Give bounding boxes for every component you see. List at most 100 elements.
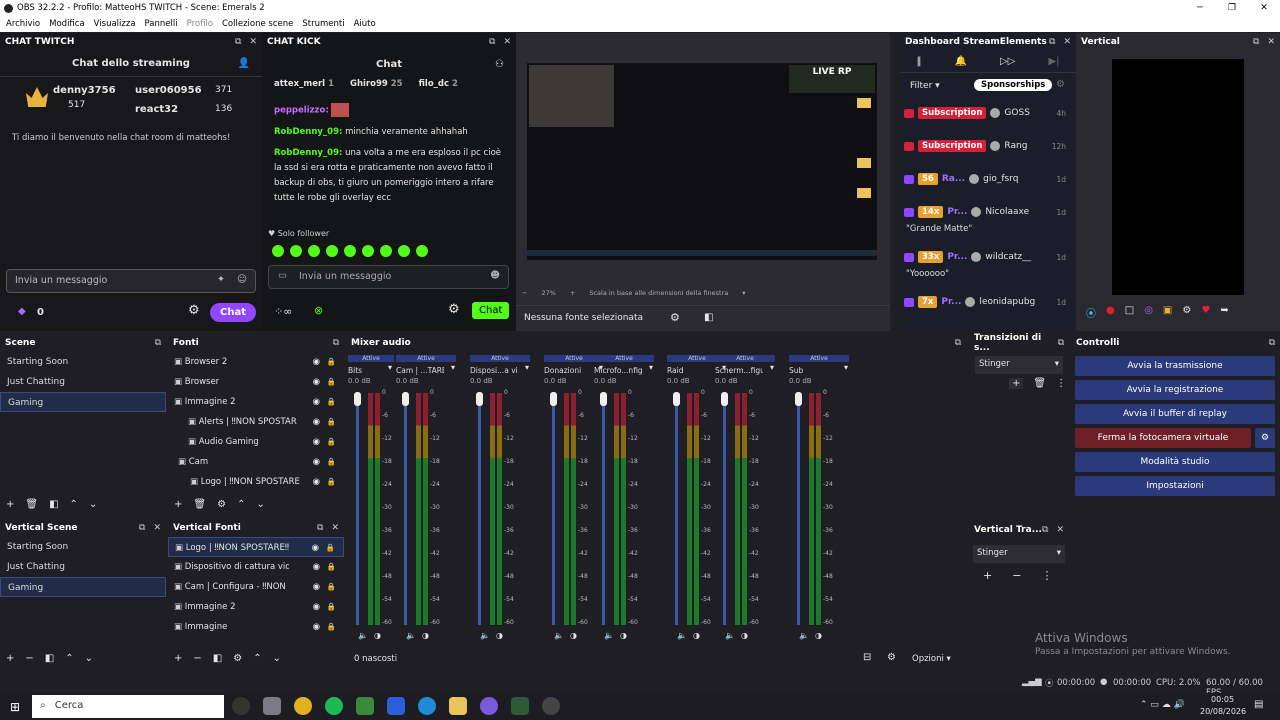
event-row[interactable]: 56 Ra... gio_fsrq 1d: [900, 167, 1076, 200]
speaker-icon[interactable]: 🔈: [725, 631, 735, 640]
volume-fader-knob[interactable]: [721, 392, 728, 406]
event-user[interactable]: Rang: [1004, 141, 1027, 151]
visibility-eye-icon[interactable]: ◉: [313, 432, 320, 452]
up-icon[interactable]: ⌃: [237, 499, 245, 510]
volume-fader-knob[interactable]: [402, 392, 409, 406]
visibility-eye-icon[interactable]: ◉: [313, 352, 320, 372]
float-icon[interactable]: ⧉: [1253, 37, 1259, 47]
speaker-icon[interactable]: 🔈: [604, 631, 614, 640]
skip-icon[interactable]: ▷▷: [1000, 56, 1015, 67]
float-icon[interactable]: ⧉: [1269, 338, 1275, 348]
obs-app-icon[interactable]: [232, 697, 250, 715]
magic-icon[interactable]: ✦: [217, 274, 225, 285]
channel-menu-icon[interactable]: ▾: [451, 363, 455, 372]
volume-fader-track[interactable]: [404, 395, 407, 625]
stop-virtual-camera-button[interactable]: Ferma la fotocamera virtuale: [1075, 428, 1251, 448]
emote-icon[interactable]: ☻: [490, 270, 500, 281]
lock-icon[interactable]: 🔒: [327, 372, 336, 392]
add-icon[interactable]: +: [174, 499, 182, 510]
menu-strumenti[interactable]: Strumenti: [302, 19, 344, 29]
channel-menu-icon[interactable]: ▾: [770, 363, 774, 372]
start-recording-button[interactable]: Avvia la registrazione: [1075, 380, 1275, 400]
discord-app-icon[interactable]: [263, 697, 281, 715]
studio-mode-button[interactable]: Modalità studio: [1075, 452, 1275, 472]
filter-icon[interactable]: ◧: [213, 653, 222, 664]
virtual-camera-settings-icon[interactable]: ⚙: [1255, 428, 1275, 448]
source-item[interactable]: ▣ Audio Gaming ◉ 🔒: [168, 432, 344, 452]
float-icon[interactable]: ⧉: [235, 37, 241, 47]
event-user[interactable]: wildcatz__: [985, 252, 1031, 262]
source-item[interactable]: ▣ Cam | Configura - ‼NON S ◉ 🔒: [168, 577, 344, 597]
gear-icon[interactable]: ⚙: [670, 311, 680, 324]
speaker-icon[interactable]: 🔈: [799, 631, 809, 640]
up-icon[interactable]: ⌃: [253, 653, 261, 664]
bell-icon[interactable]: 🔔: [955, 56, 967, 67]
windows-start-icon[interactable]: ⊞: [10, 700, 20, 714]
emote-icon[interactable]: [416, 245, 428, 257]
top-chatter-1[interactable]: attex_merl: [274, 79, 325, 89]
gear-icon[interactable]: ⚙: [233, 653, 242, 664]
messenger-app-icon[interactable]: [480, 697, 498, 715]
monitor-icon[interactable]: ◑: [815, 631, 822, 640]
emote-icon[interactable]: ☺: [237, 274, 247, 285]
volume-fader-knob[interactable]: [476, 392, 483, 406]
float-icon[interactable]: ⧉: [317, 523, 323, 533]
speaker-icon[interactable]: 🔈: [406, 631, 416, 640]
menu-profilo[interactable]: Profilo: [187, 19, 213, 29]
up-icon[interactable]: ⌃: [70, 499, 78, 510]
down-icon[interactable]: ⌄: [85, 653, 93, 664]
xbox-app-icon[interactable]: [511, 697, 529, 715]
menu-collezione[interactable]: Collezione scene: [222, 19, 293, 29]
scene-item[interactable]: Gaming: [0, 577, 166, 597]
visibility-eye-icon[interactable]: ◉: [313, 412, 320, 432]
speaker-icon[interactable]: 🔈: [358, 631, 368, 640]
source-item[interactable]: ▣ Dispositivo di cattura vide ◉ 🔒: [168, 557, 344, 577]
monitor-icon[interactable]: ◑: [693, 631, 700, 640]
remove-icon[interactable]: −: [25, 653, 33, 664]
volume-fader-track[interactable]: [797, 395, 800, 625]
visibility-eye-icon[interactable]: ◉: [312, 538, 319, 558]
add-icon[interactable]: +: [174, 653, 182, 664]
users-icon[interactable]: 👤: [238, 51, 250, 77]
gear-icon[interactable]: ⚙: [1182, 305, 1191, 320]
scene-item[interactable]: Starting Soon: [0, 352, 166, 372]
event-user[interactable]: leonidapubg: [979, 297, 1035, 307]
channel-menu-icon[interactable]: ▾: [844, 363, 848, 372]
points-icon[interactable]: ◆: [18, 306, 26, 317]
down-icon[interactable]: ⌄: [273, 653, 281, 664]
source-item[interactable]: ▣ Immagine ◉ 🔒: [168, 617, 344, 637]
emote-icon[interactable]: [362, 245, 374, 257]
speaker-icon[interactable]: 🔈: [554, 631, 564, 640]
replay-icon[interactable]: ◎: [1144, 305, 1153, 320]
float-icon[interactable]: ⧉: [1042, 525, 1048, 535]
up-icon[interactable]: ⌃: [65, 653, 73, 664]
edge-app-icon[interactable]: [418, 697, 436, 715]
volume-fader-track[interactable]: [356, 395, 359, 625]
scene-item[interactable]: Starting Soon: [0, 537, 166, 557]
down-icon[interactable]: ⌄: [256, 499, 264, 510]
mixer-options[interactable]: Opzioni ▾: [912, 654, 951, 664]
emote-icon[interactable]: [326, 245, 338, 257]
lock-icon[interactable]: 🔒: [327, 597, 336, 617]
minimize-icon[interactable]: ─: [1184, 0, 1216, 16]
volume-fader-track[interactable]: [552, 395, 555, 625]
settings-button[interactable]: Impostazioni: [1075, 476, 1275, 496]
monitor-icon[interactable]: ◑: [620, 631, 627, 640]
source-item[interactable]: ▣ Browser ◉ 🔒: [168, 372, 344, 392]
kick-chat-button[interactable]: Chat: [472, 302, 510, 319]
float-icon[interactable]: ⧉: [333, 338, 339, 348]
add-icon[interactable]: +: [983, 569, 992, 582]
trash-icon[interactable]: 🗑: [1033, 378, 1046, 389]
close-icon[interactable]: ✕: [1063, 37, 1071, 47]
source-item[interactable]: ▣ Logo | ‼NON SPOSTARE‼ ◉ 🔒: [168, 537, 344, 557]
transition-select[interactable]: Stinger ▾: [975, 356, 1063, 374]
visibility-eye-icon[interactable]: ◉: [313, 452, 320, 472]
transition-select[interactable]: Stinger ▾: [973, 545, 1065, 563]
emote-icon[interactable]: [290, 245, 302, 257]
emote-icon[interactable]: [308, 245, 320, 257]
pause-icon[interactable]: ‖: [917, 56, 922, 67]
float-icon[interactable]: ⧉: [489, 37, 495, 47]
visibility-eye-icon[interactable]: ◉: [313, 372, 320, 392]
channel-menu-icon[interactable]: ▾: [388, 363, 392, 372]
close-icon[interactable]: ✕: [153, 523, 161, 533]
